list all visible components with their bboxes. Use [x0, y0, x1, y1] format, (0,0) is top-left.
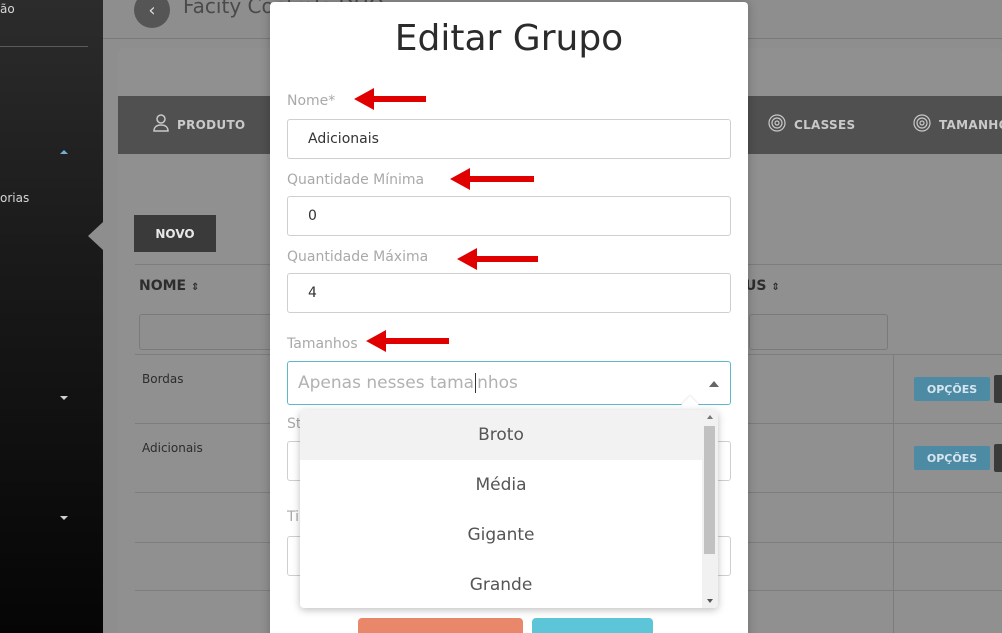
fingerprint-icon [768, 114, 786, 136]
active-pointer [88, 222, 103, 250]
tab-label: CLASSES [794, 118, 856, 132]
chevron-left-icon: ‹ [148, 0, 156, 21]
column-header-status[interactable]: US ⇕ [745, 278, 780, 294]
text-cursor [475, 373, 477, 393]
options-button[interactable]: OPÇÕES [914, 377, 990, 401]
tab-label: PRODUTO [177, 118, 246, 132]
fingerprint-icon [913, 114, 931, 136]
cancel-button[interactable] [358, 618, 523, 633]
tab-produto[interactable]: PRODUTO [153, 96, 245, 154]
column-header-label: US [745, 278, 767, 294]
annotation-arrow-icon [457, 248, 539, 270]
annotation-arrow-icon [450, 168, 535, 190]
tab-label: TAMANHO [939, 118, 1002, 132]
tab-classes[interactable]: CLASSES [768, 96, 855, 154]
dropdown-option[interactable]: Média [300, 460, 702, 510]
modal-title: Editar Grupo [394, 18, 624, 59]
sidebar-divider [0, 46, 88, 47]
sidebar-item-categorias[interactable]: orias [0, 191, 29, 205]
tamanhos-dropdown: Broto Média Gigante Grande [300, 410, 718, 608]
quantidade-minima-field[interactable]: 0 [287, 196, 731, 236]
delete-button[interactable] [994, 444, 1002, 472]
tamanhos-select[interactable]: Apenas nesses tama nhos [287, 361, 731, 405]
tipo-label: Ti [287, 509, 300, 525]
quantidade-maxima-field[interactable]: 4 [287, 273, 731, 313]
scroll-up-icon[interactable] [707, 415, 713, 419]
annotation-arrow-icon [366, 330, 450, 352]
sort-icon[interactable]: ⇕ [771, 282, 779, 293]
back-button[interactable]: ‹ [134, 0, 170, 28]
annotation-arrow-icon [354, 88, 428, 110]
sort-icon[interactable]: ⇕ [191, 282, 199, 293]
quantidade-minima-label: Quantidade Mínima [287, 172, 425, 188]
chevron-up-icon[interactable] [60, 150, 68, 154]
scroll-down-icon[interactable] [707, 599, 713, 603]
quantidade-maxima-label: Quantidade Máxima [287, 249, 429, 265]
chevron-down-icon[interactable] [60, 516, 68, 520]
tab-tamanho[interactable]: TAMANHO [913, 96, 1002, 154]
sidebar: ão orias [0, 0, 103, 633]
column-header-nome[interactable]: NOME ⇕ [139, 278, 199, 294]
tamanhos-label: Tamanhos [287, 336, 358, 352]
chevron-down-icon[interactable] [60, 396, 68, 400]
options-button[interactable]: OPÇÕES [914, 446, 990, 470]
column-header-label: NOME [139, 278, 187, 294]
filter-status-input[interactable] [749, 314, 888, 350]
scrollbar-thumb[interactable] [704, 426, 715, 554]
edit-group-modal: Editar Grupo Nome* Adicionais Quantidade… [270, 2, 748, 633]
column-divider [893, 354, 894, 633]
delete-button[interactable] [994, 375, 1002, 403]
dropdown-scrollbar[interactable] [702, 410, 718, 608]
sidebar-item-top[interactable]: ão [0, 2, 15, 16]
save-button[interactable] [532, 618, 653, 633]
filter-nome-input[interactable] [139, 314, 279, 350]
table-cell-nome: Adicionais [142, 441, 203, 455]
nome-field[interactable]: Adicionais [287, 119, 731, 159]
dropdown-option[interactable]: Grande [300, 560, 702, 608]
nome-label: Nome* [287, 93, 336, 109]
table-cell-nome: Bordas [142, 372, 184, 386]
tamanhos-placeholder: Apenas nesses tama nhos [298, 373, 518, 393]
dropdown-option[interactable]: Broto [300, 410, 702, 460]
dropdown-option[interactable]: Gigante [300, 510, 702, 560]
novo-button[interactable]: NOVO [134, 215, 216, 252]
chevron-up-icon[interactable] [709, 381, 719, 387]
user-icon [153, 114, 169, 136]
